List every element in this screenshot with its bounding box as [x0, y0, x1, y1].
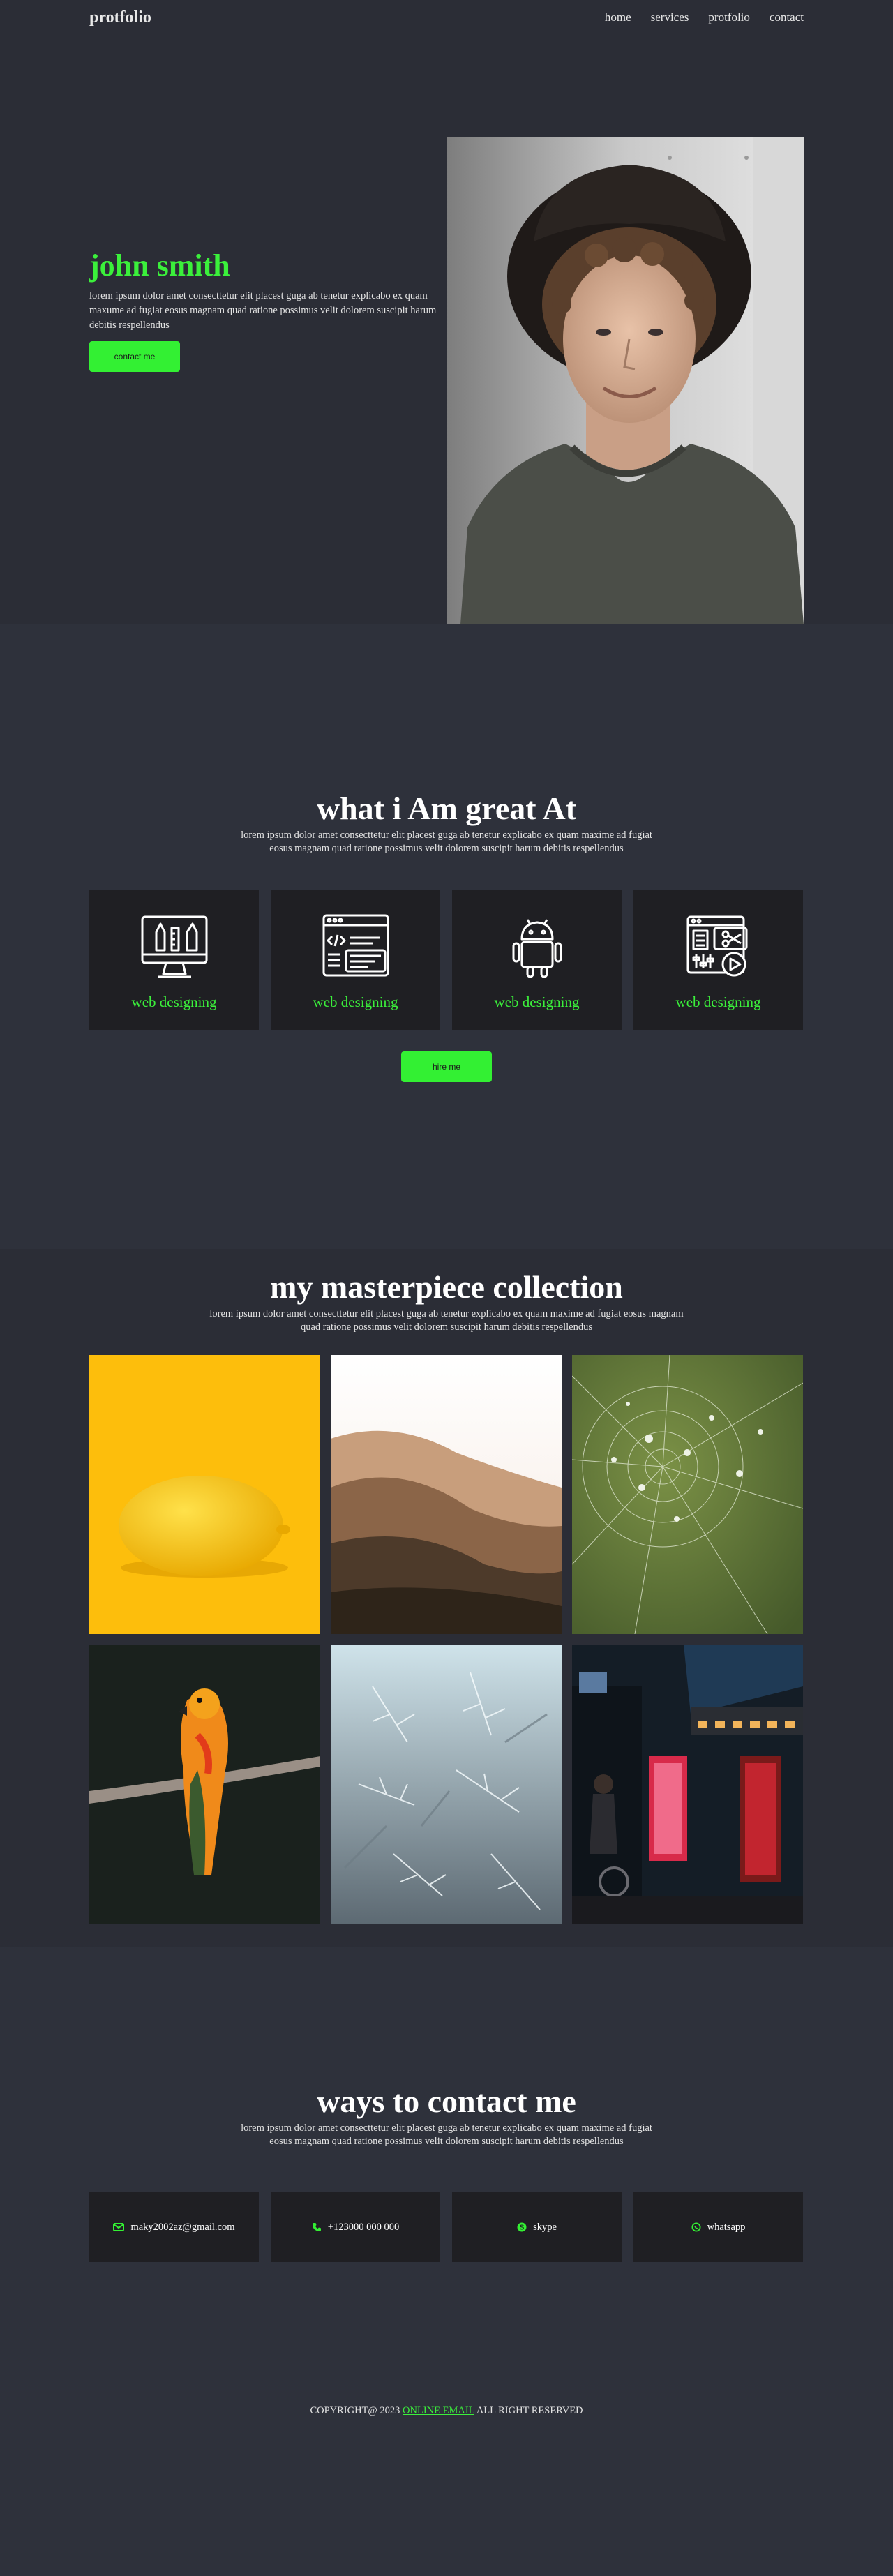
site-footer: COPYRIGHT@ 2023 ONLINE EMAIL ALL RIGHT R…	[0, 2405, 893, 2417]
contact-card-skype[interactable]: S skype	[452, 2192, 622, 2262]
contact-email-label: maky2002az@gmail.com	[130, 2221, 235, 2233]
design-tools-icon	[141, 915, 207, 978]
contact-skype-label: skype	[533, 2221, 557, 2233]
contact-card-phone[interactable]: +123000 000 000	[271, 2192, 440, 2262]
hire-me-button[interactable]: hire me	[401, 1051, 492, 1082]
footer-rights: ALL RIGHT RESERVED	[474, 2405, 583, 2416]
main-nav: home services protfolio contact	[605, 10, 804, 24]
gallery-description: lorem ipsum dolor amet consecttetur elit…	[209, 1308, 684, 1333]
gallery-image-spiderweb[interactable]	[572, 1355, 803, 1634]
gallery-image-city-street[interactable]	[572, 1645, 803, 1924]
gallery-title: my masterpiece collection	[270, 1269, 623, 1305]
whatsapp-icon	[691, 2222, 701, 2232]
nav-home[interactable]: home	[605, 10, 631, 24]
skype-icon: S	[517, 2222, 527, 2232]
hero-portrait-photo	[446, 137, 804, 624]
contact-section: ways to contact me lorem ipsum dolor ame…	[0, 1947, 893, 2576]
contact-whatsapp-label: whatsapp	[707, 2221, 746, 2233]
gallery-section: my masterpiece collection lorem ipsum do…	[0, 1249, 893, 1947]
hero-section: protfolio home services protfolio contac…	[0, 0, 893, 624]
skill-card[interactable]: web designing	[89, 890, 259, 1030]
skill-card-label: web designing	[313, 994, 398, 1010]
skills-title: what i Am great At	[316, 791, 577, 826]
contact-card-email[interactable]: maky2002az@gmail.com	[89, 2192, 259, 2262]
hero-intro: john smith lorem ipsum dolor amet consec…	[89, 248, 438, 372]
site-header: protfolio home services protfolio contac…	[89, 0, 804, 35]
skill-card-label: web designing	[131, 994, 217, 1010]
contact-title: ways to contact me	[317, 2083, 576, 2119]
footer-copyright: COPYRIGHT@ 2023	[310, 2405, 400, 2416]
skill-card[interactable]: web designing	[633, 890, 803, 1030]
skill-card-label: web designing	[675, 994, 761, 1010]
nav-services[interactable]: services	[651, 10, 689, 24]
code-browser-icon	[322, 914, 389, 977]
skills-cards: web designing web designing web designin…	[89, 890, 804, 1030]
contact-me-button[interactable]: contact me	[89, 341, 180, 372]
phone-icon	[312, 2223, 321, 2231]
nav-portfolio[interactable]: protfolio	[708, 10, 750, 24]
skills-section: what i Am great At lorem ipsum dolor ame…	[0, 624, 893, 1249]
site-logo[interactable]: protfolio	[89, 8, 151, 27]
svg-text:S: S	[520, 2224, 525, 2232]
hero-description: lorem ipsum dolor amet consecttetur elit…	[89, 290, 437, 331]
gallery-image-frost[interactable]	[331, 1645, 562, 1924]
footer-online-email-link[interactable]: ONLINE EMAIL	[403, 2405, 474, 2416]
nav-contact[interactable]: contact	[770, 10, 804, 24]
contact-description: lorem ipsum dolor amet consecttetur elit…	[241, 2122, 652, 2147]
hero-name: john smith	[89, 248, 230, 283]
gallery-image-hills[interactable]	[331, 1355, 562, 1634]
contact-card-whatsapp[interactable]: whatsapp	[633, 2192, 803, 2262]
android-icon	[512, 919, 562, 978]
skill-card[interactable]: web designing	[271, 890, 440, 1030]
skills-description: lorem ipsum dolor amet consecttetur elit…	[241, 830, 652, 854]
envelope-icon	[113, 2223, 125, 2231]
contact-phone-label: +123000 000 000	[327, 2221, 400, 2233]
skill-card[interactable]: web designing	[452, 890, 622, 1030]
media-editing-icon	[686, 915, 747, 977]
gallery-image-lemon[interactable]	[89, 1355, 320, 1634]
gallery-grid	[89, 1355, 804, 1924]
contact-cards: maky2002az@gmail.com +123000 000 000 S s…	[89, 2192, 803, 2262]
gallery-image-parrot[interactable]	[89, 1645, 320, 1924]
skill-card-label: web designing	[494, 994, 580, 1010]
